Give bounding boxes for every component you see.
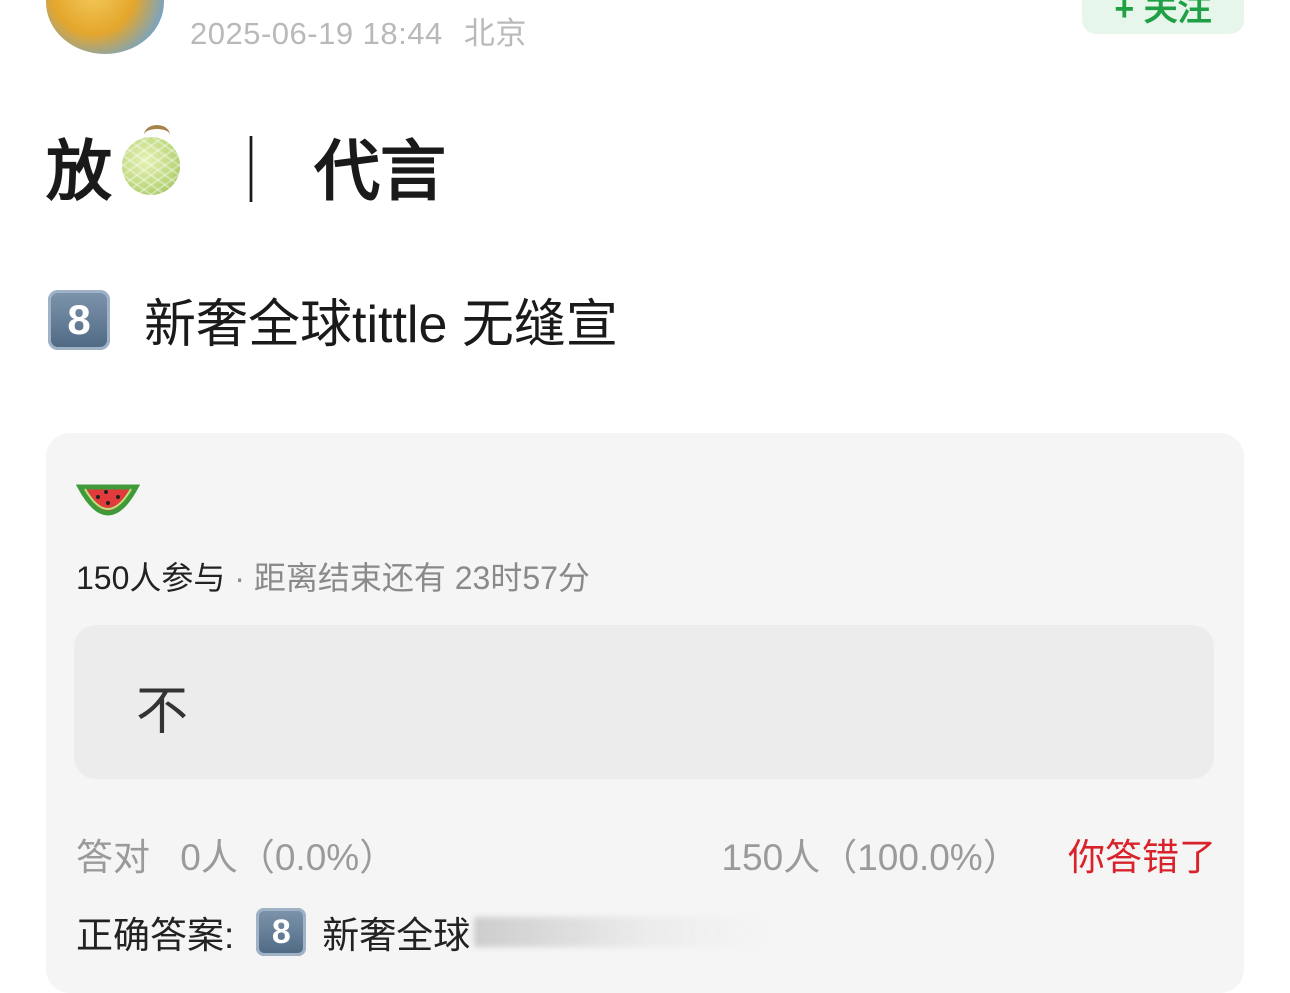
poll-card: 150人参与 · 距离结束还有 23时57分 不 答对 0人（0.0%） 150…: [46, 433, 1244, 993]
post-title: 放 ｜ 代言: [46, 118, 446, 214]
title-separator: ｜: [218, 134, 284, 208]
subtitle-text: 新奢全球tittle 无缝宣: [144, 296, 618, 354]
correct-stats: 答对 0人（0.0%）: [76, 827, 396, 881]
wrong-stats: 150人（100.0%） 你答错了: [721, 827, 1216, 881]
wrong-count: 150人（100.0%）: [721, 837, 1020, 878]
poll-option[interactable]: 不: [74, 625, 1214, 779]
participants-count: 150人参与: [76, 560, 226, 596]
answer-text: 新奢全球: [322, 915, 471, 956]
post-meta: 2025-06-19 18:44 北京: [190, 8, 527, 53]
title-start: 放: [46, 134, 112, 208]
title-end: 代言: [314, 134, 446, 208]
correct-count: 0人（0.0%）: [180, 837, 397, 878]
melon-icon: [122, 125, 180, 195]
post-subtitle: 8 新奢全球tittle 无缝宣: [48, 282, 618, 357]
time-remaining: · 距离结束还有 23时57分: [234, 560, 590, 596]
poll-option-label: 不: [136, 683, 189, 741]
keycap-8-icon: 8: [48, 289, 110, 350]
post-location: 北京: [463, 16, 527, 51]
poll-info: 150人参与 · 距离结束还有 23时57分: [76, 553, 590, 599]
avatar[interactable]: [46, 0, 164, 54]
follow-button[interactable]: + 关注: [1082, 0, 1244, 34]
correct-answer: 正确答案: 8 新奢全球: [76, 905, 765, 959]
wrong-label: 你答错了: [1068, 837, 1216, 878]
correct-label: 答对: [76, 837, 150, 878]
watermelon-icon: [76, 484, 140, 516]
post-timestamp: 2025-06-19 18:44: [190, 16, 443, 51]
blurred-answer: [474, 917, 765, 947]
answer-prefix: 正确答案:: [76, 915, 235, 956]
keycap-8-icon: 8: [256, 908, 307, 956]
